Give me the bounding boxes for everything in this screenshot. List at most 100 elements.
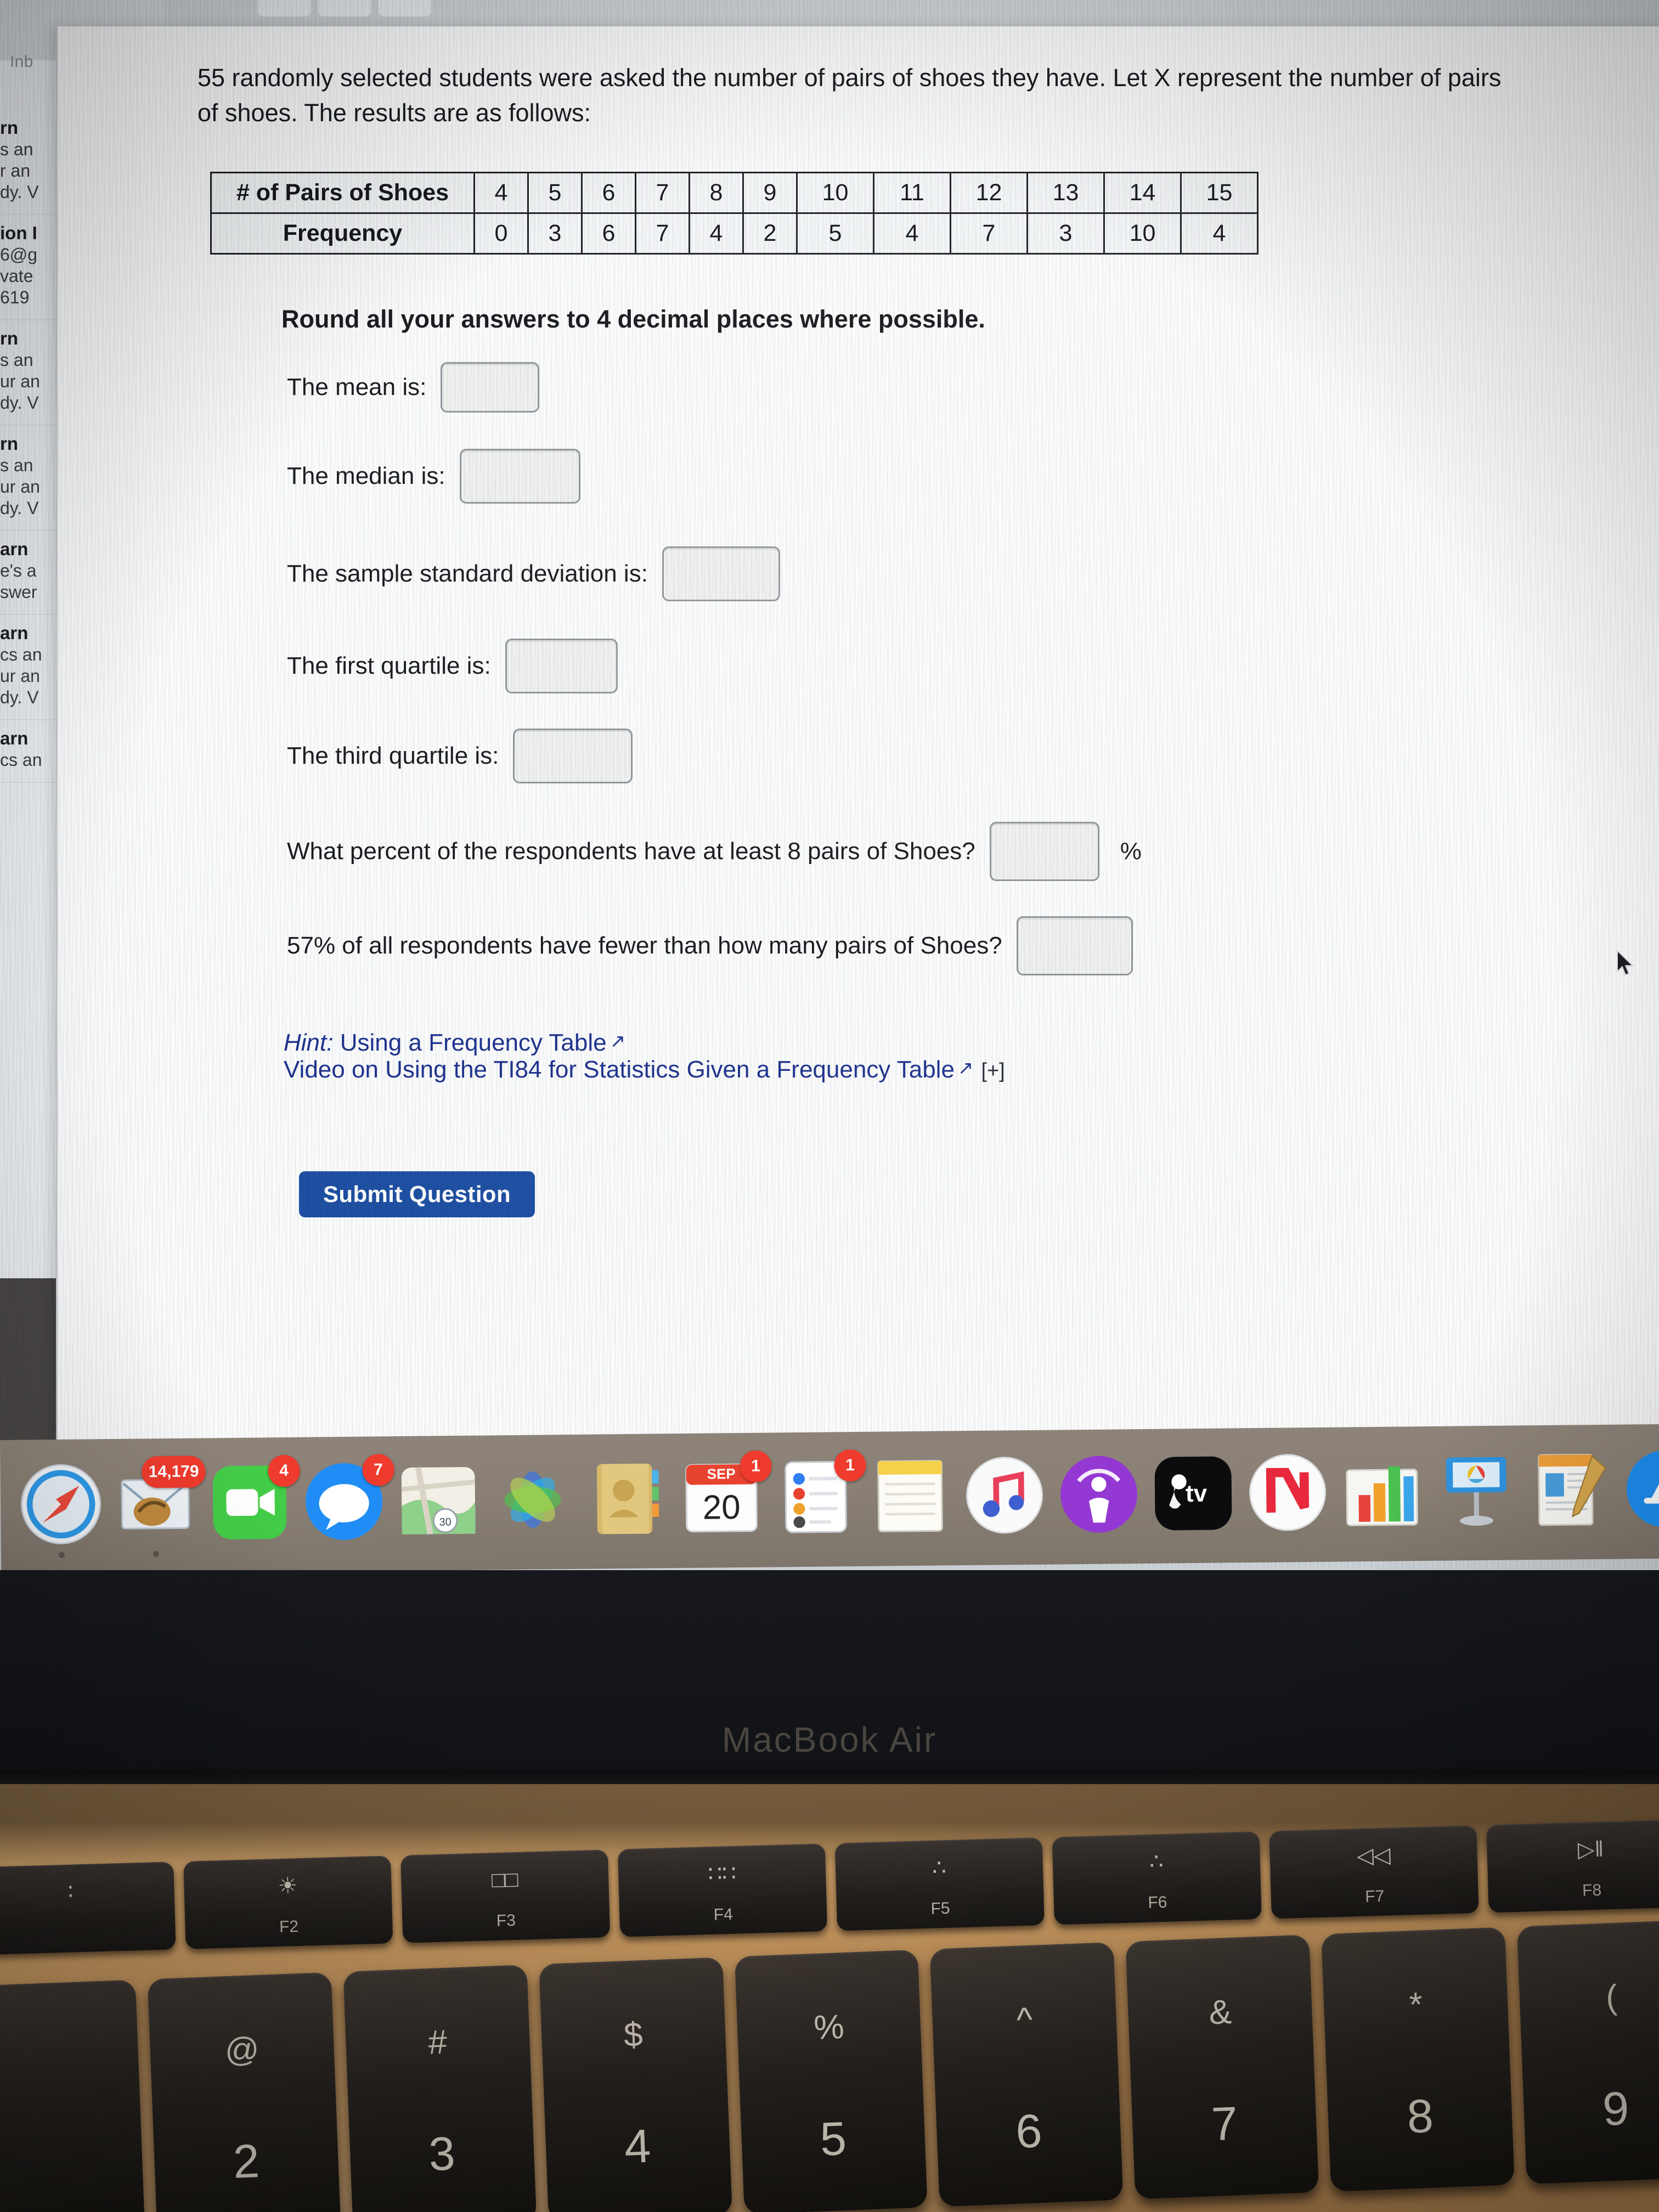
key-symbol: @ xyxy=(224,2030,260,2070)
video-link[interactable]: Video on Using the TI84 for Statistics G… xyxy=(284,1056,1005,1084)
key-number: 2 xyxy=(232,2135,261,2188)
dock-item-keynote[interactable] xyxy=(1434,1448,1518,1532)
key-3[interactable]: # 3 xyxy=(343,1965,537,2212)
stdev-input[interactable] xyxy=(662,546,780,601)
maps-icon: 30 xyxy=(401,1466,476,1535)
external-link-icon: ↗ xyxy=(957,1058,974,1079)
key-7[interactable]: & 7 xyxy=(1125,1934,1319,2199)
macos-dock[interactable]: 14,179 4 7 30 SEP 20 1 1 tv xyxy=(0,1424,1659,1573)
dock-item-messages[interactable]: 7 xyxy=(302,1454,394,1543)
key-f3[interactable]: □□ F3 xyxy=(400,1849,611,1943)
key-2[interactable]: @ 2 xyxy=(147,1972,341,2212)
key-f6[interactable]: ∴ F6 xyxy=(1052,1831,1262,1925)
median-row: The median is: xyxy=(287,449,580,504)
tab-3[interactable] xyxy=(379,0,431,16)
q3-row: The third quartile is: xyxy=(287,729,633,783)
messages-badge: 7 xyxy=(362,1454,394,1486)
rewind-icon: ◁◁ xyxy=(1356,1843,1391,1869)
fewer-than-input[interactable] xyxy=(1016,916,1133,975)
key-f1-partial[interactable]: ∶ xyxy=(0,1861,176,1955)
key-f5[interactable]: ∴ F5 xyxy=(834,1837,1045,1931)
tab-2[interactable] xyxy=(318,0,371,16)
key-1-partial[interactable] xyxy=(0,1979,145,2212)
browser-tabs[interactable] xyxy=(258,0,439,16)
key-f7[interactable]: ◁◁ F7 xyxy=(1269,1825,1479,1919)
fewer-than-label: 57% of all respondents have fewer than h… xyxy=(287,932,1002,959)
svg-text:30: 30 xyxy=(439,1516,452,1528)
dock-item-notes[interactable] xyxy=(868,1454,952,1538)
shoes-cell-6: 10 xyxy=(796,172,874,214)
key-8[interactable]: * 8 xyxy=(1321,1927,1515,2192)
q3-input[interactable] xyxy=(513,729,633,783)
key-symbol: * xyxy=(1408,1985,1424,2024)
key-number: 4 xyxy=(623,2119,652,2174)
freq-cell-5: 2 xyxy=(742,212,798,255)
key-9[interactable]: ( 9 xyxy=(1516,1919,1659,2185)
dock-item-pages[interactable] xyxy=(1528,1448,1612,1532)
brightness-up-icon: ☀ xyxy=(277,1874,298,1899)
key-symbol: % xyxy=(813,2008,845,2047)
key-symbol xyxy=(0,2034,137,2041)
music-icon xyxy=(966,1457,1043,1534)
shoes-cell-7: 11 xyxy=(873,172,951,214)
keynote-icon xyxy=(1446,1457,1506,1526)
stdev-label: The sample standard deviation is: xyxy=(287,560,648,587)
key-f2[interactable]: ☀ F2 xyxy=(183,1855,393,1949)
running-indicator xyxy=(58,1551,65,1558)
freq-cell-8: 7 xyxy=(950,212,1028,255)
dock-item-facetime[interactable]: 4 xyxy=(207,1454,300,1544)
key-4[interactable]: $ 4 xyxy=(538,1957,732,2212)
dock-item-appstore[interactable] xyxy=(1623,1447,1659,1531)
calendar-badge: 1 xyxy=(740,1450,772,1483)
freq-cell-2: 6 xyxy=(581,212,636,255)
safari-icon xyxy=(21,1464,101,1544)
key-number: 5 xyxy=(819,2112,848,2166)
play-pause-icon: ▷‖ xyxy=(1577,1837,1604,1862)
dock-item-news[interactable] xyxy=(1245,1451,1329,1534)
mean-input[interactable] xyxy=(441,362,540,413)
dock-item-music[interactable] xyxy=(962,1453,1046,1537)
dock-item-calendar[interactable]: SEP 20 1 xyxy=(679,1450,772,1540)
dock-item-photos[interactable] xyxy=(490,1458,574,1542)
dock-item-numbers[interactable] xyxy=(1340,1449,1424,1533)
submit-button[interactable]: Submit Question xyxy=(299,1171,535,1217)
tab-1[interactable] xyxy=(258,0,311,16)
key-label: F8 xyxy=(1582,1881,1602,1900)
freq-cell-1: 3 xyxy=(527,212,583,255)
median-input[interactable] xyxy=(459,449,580,504)
contacts-icon xyxy=(596,1463,659,1534)
freq-cell-11: 4 xyxy=(1180,212,1259,255)
shoes-cell-0: 4 xyxy=(473,172,529,214)
table-row-frequency: Frequency 0 3 6 7 4 2 5 4 7 3 10 4 xyxy=(210,212,1259,255)
quiz-page: 55 randomly selected students were asked… xyxy=(140,26,1659,1460)
key-6[interactable]: ^ 6 xyxy=(930,1942,1124,2207)
key-label: F2 xyxy=(279,1917,299,1937)
expand-toggle[interactable]: [+] xyxy=(981,1059,1005,1082)
dock-item-mail[interactable]: 14,179 xyxy=(113,1455,206,1558)
dock-item-contacts[interactable] xyxy=(585,1457,669,1541)
q1-label: The first quartile is: xyxy=(287,652,491,679)
pages-icon xyxy=(1538,1453,1606,1526)
hint-link[interactable]: Hint: Using a Frequency Table ↗ xyxy=(284,1029,625,1057)
key-f4[interactable]: ∷∷ F4 xyxy=(617,1843,828,1937)
dock-item-maps[interactable]: 30 xyxy=(396,1459,480,1543)
dock-item-appletv[interactable]: tv xyxy=(1151,1451,1235,1535)
key-f8[interactable]: ▷‖ F8 xyxy=(1486,1819,1659,1913)
mail-badge: 14,179 xyxy=(142,1455,206,1488)
screen-bezel: MacBook Air xyxy=(0,1570,1659,1784)
percent-at-least-input[interactable] xyxy=(989,822,1099,881)
dock-item-reminders[interactable]: 1 xyxy=(774,1449,866,1539)
dock-item-safari[interactable] xyxy=(19,1462,103,1558)
key-5[interactable]: % 5 xyxy=(734,1949,928,2212)
inbox-label[interactable]: Inb xyxy=(10,53,33,71)
freq-cell-0: 0 xyxy=(473,212,529,255)
frequency-table: # of Pairs of Shoes 4 5 6 7 8 9 10 11 12… xyxy=(210,172,1259,255)
launchpad-icon: ∷∷ xyxy=(708,1861,737,1887)
q1-input[interactable] xyxy=(505,639,618,693)
stdev-row: The sample standard deviation is: xyxy=(287,546,780,601)
dock-item-podcasts[interactable] xyxy=(1057,1452,1141,1536)
calendar-day: 20 xyxy=(702,1488,741,1527)
macbook-model-label: MacBook Air xyxy=(721,1720,938,1759)
dock-icons[interactable]: 14,179 4 7 30 SEP 20 1 1 tv xyxy=(19,1447,1659,1562)
key-number: 9 xyxy=(1601,2082,1630,2136)
